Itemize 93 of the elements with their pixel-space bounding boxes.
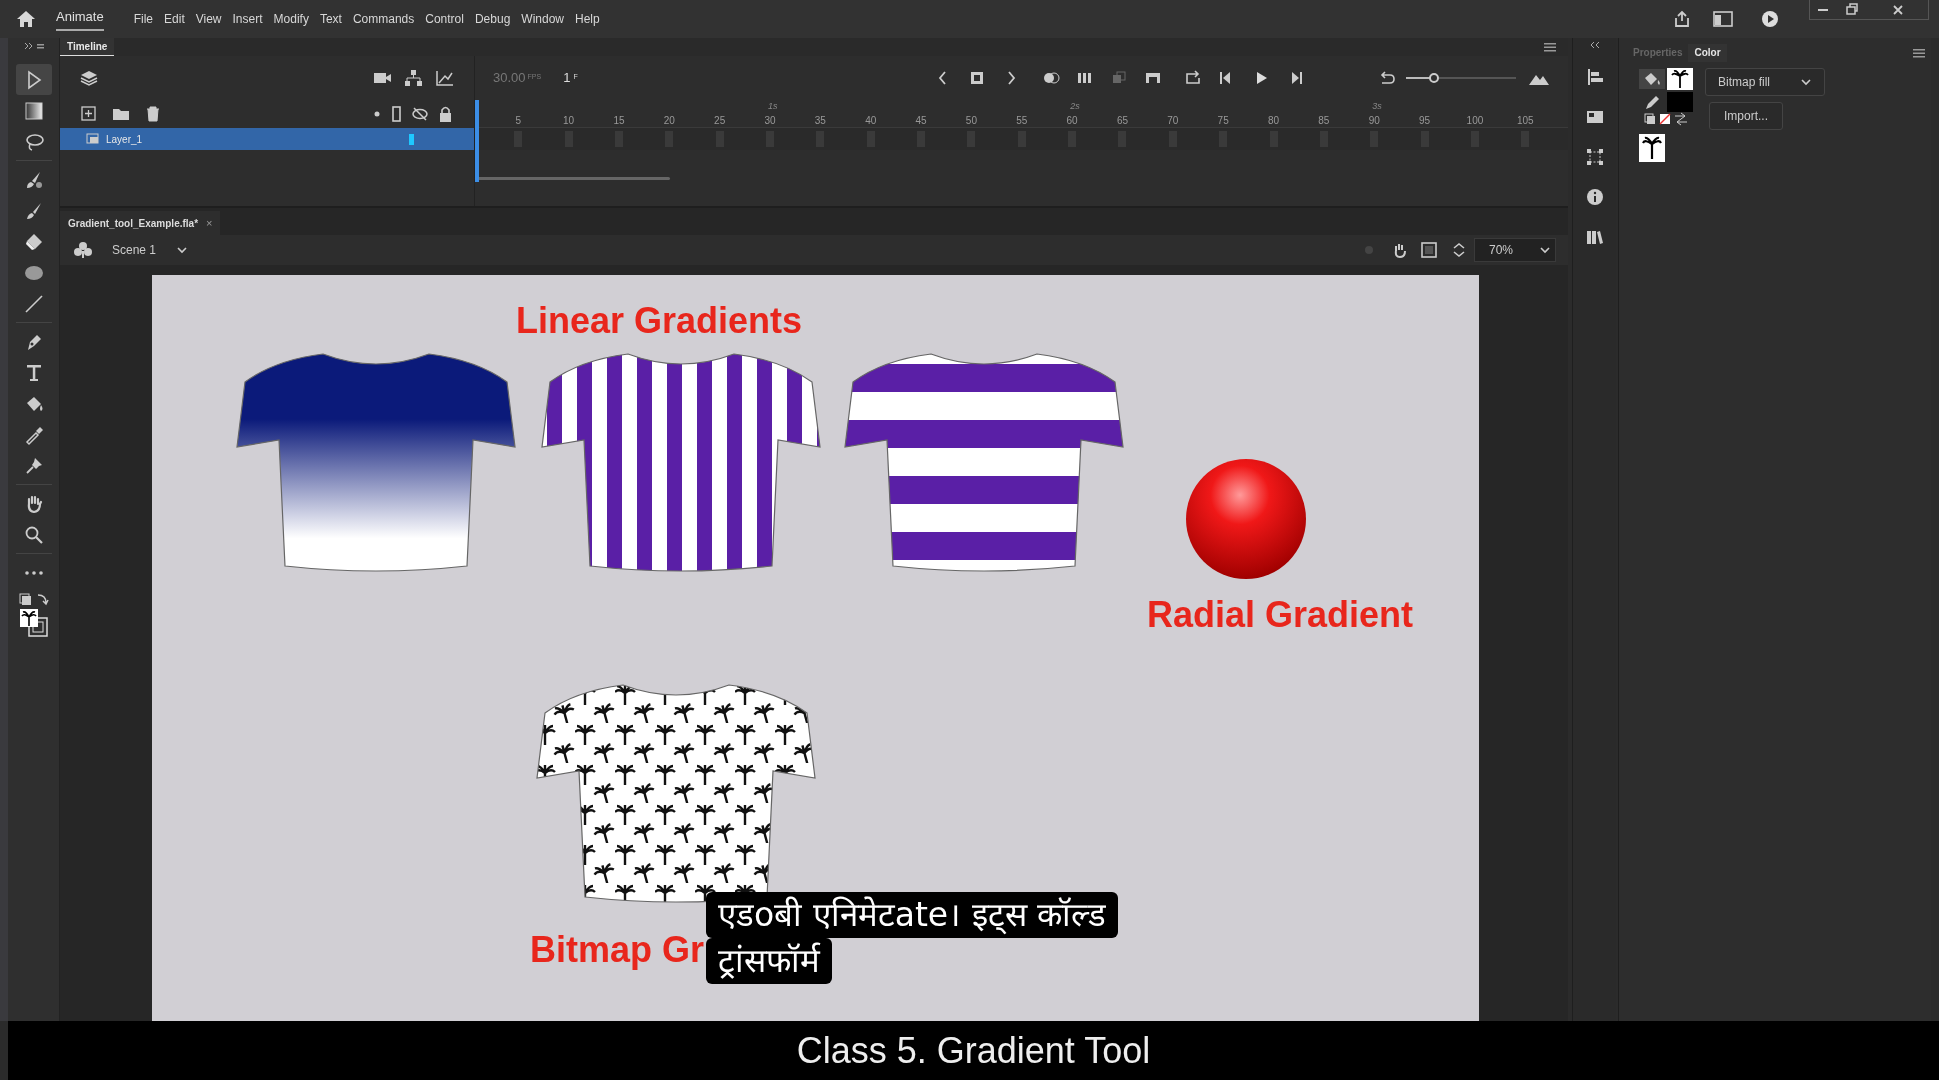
panel-menu-icon[interactable] <box>1913 48 1925 58</box>
frame-number: 60 <box>1066 114 1078 128</box>
document-tab[interactable]: Gradient_tool_Example.fla* × <box>60 211 221 235</box>
chevron-down-icon <box>176 245 189 255</box>
app-name: Animate <box>56 7 104 31</box>
outline-icon[interactable] <box>390 105 403 123</box>
document-name: Gradient_tool_Example.fla* <box>68 216 199 231</box>
frame-number: 90 <box>1368 114 1380 128</box>
hide-eye-icon[interactable] <box>411 105 429 123</box>
play-icon[interactable] <box>1761 10 1779 28</box>
swatches-icon[interactable] <box>1585 108 1604 126</box>
undo-icon[interactable] <box>1378 69 1396 87</box>
stroke-swatch[interactable] <box>1667 92 1693 112</box>
frame-number: 70 <box>1167 114 1179 128</box>
lock-icon[interactable] <box>437 105 454 123</box>
menu-item[interactable]: Window <box>521 10 564 28</box>
frame-number: 80 <box>1267 114 1280 128</box>
menu-item[interactable]: Edit <box>164 10 185 28</box>
frame-number: 65 <box>1116 114 1129 128</box>
menu-item[interactable]: Control <box>425 10 464 28</box>
frame-number: 35 <box>814 114 826 128</box>
zoom-value: 70% <box>1489 242 1515 259</box>
menu-item[interactable]: Commands <box>352 10 415 28</box>
frame-readout: 1 $^{F}$ <box>563 69 578 88</box>
zoom-dropdown[interactable]: 70% <box>1474 238 1556 262</box>
align-icon[interactable] <box>1585 68 1604 86</box>
frame-number: 100 <box>1466 114 1484 128</box>
menu-item[interactable]: Text <box>319 10 342 28</box>
layer-row[interactable]: Layer_1 <box>60 128 474 150</box>
graph-icon[interactable] <box>435 69 454 87</box>
seconds-marker: 2s <box>1070 100 1080 113</box>
import-button[interactable]: Import... <box>1709 102 1783 130</box>
close-tab-button[interactable]: × <box>206 214 213 232</box>
scene-icon[interactable] <box>74 241 92 259</box>
bitmap-thumbnail-icon[interactable] <box>1639 134 1665 162</box>
bitmap-fill-swatch-icon[interactable] <box>1667 68 1693 90</box>
menu-item[interactable]: View <box>195 10 222 28</box>
frame-number: 75 <box>1217 114 1229 128</box>
frame-number: 15 <box>613 114 625 128</box>
more-icon <box>24 570 43 575</box>
menu-item[interactable]: File <box>133 10 154 28</box>
panel-menu-icon[interactable] <box>1544 42 1556 52</box>
stage-heading: Radial Gradient <box>1147 593 1414 637</box>
restore-icon <box>1844 2 1860 18</box>
fps-readout: 30.00$^{FPS}$ <box>493 69 542 88</box>
fill-type-dropdown[interactable]: Bitmap fill <box>1705 68 1825 96</box>
fill-bucket-icon[interactable] <box>1639 69 1665 89</box>
timeline-tab[interactable]: Timeline <box>60 38 115 56</box>
tool-button[interactable] <box>15 64 52 95</box>
frame-number: 25 <box>714 114 726 128</box>
trash-icon[interactable] <box>144 105 162 123</box>
frame-number: 45 <box>915 114 927 128</box>
menu-item[interactable]: Insert <box>232 10 263 28</box>
library-icon[interactable] <box>1585 228 1604 246</box>
layer-icon <box>86 133 100 145</box>
transform-icon[interactable] <box>1585 148 1604 166</box>
frame-number: 95 <box>1419 114 1431 128</box>
frame-number: 30 <box>764 114 776 128</box>
hierarchy-icon[interactable] <box>404 69 423 87</box>
frame-number: 10 <box>563 114 575 128</box>
swap-colors-icon[interactable] <box>17 590 50 608</box>
share-icon[interactable] <box>1673 10 1691 28</box>
stage-heading: Linear Gradients <box>516 299 803 343</box>
frame-number: 55 <box>1016 114 1028 128</box>
menu-item[interactable]: Modify <box>273 10 309 28</box>
stage-heading: Bitmap Gr <box>530 928 705 972</box>
fill-stroke-swatch-icon[interactable] <box>18 608 49 638</box>
scene-dropdown[interactable]: Scene 1 <box>112 241 189 259</box>
minimize-icon <box>1818 9 1828 11</box>
video-caption: Class 5. Gradient Tool <box>796 1028 1151 1073</box>
layer-name: Layer_1 <box>106 132 143 147</box>
loop-icon[interactable] <box>1183 69 1202 87</box>
chevron-down-icon <box>1539 245 1551 255</box>
onion-skin-icon[interactable] <box>1041 69 1060 87</box>
seconds-marker: 1s <box>768 100 778 113</box>
frame-number: 20 <box>663 114 675 128</box>
layer-color-marker <box>409 133 414 145</box>
menu-item[interactable]: Help <box>575 10 600 28</box>
panel-tab[interactable]: Color <box>1688 44 1727 62</box>
home-icon[interactable] <box>16 10 36 28</box>
menu-item[interactable]: Debug <box>474 10 511 28</box>
frame-number: 5 <box>515 114 522 128</box>
seconds-marker: 3s <box>1372 100 1382 113</box>
frame-number: 85 <box>1318 114 1330 128</box>
layout-icon[interactable] <box>1713 11 1733 27</box>
frame-number: 105 <box>1516 114 1534 128</box>
layers-icon[interactable] <box>80 69 98 87</box>
info-icon[interactable] <box>1585 188 1604 206</box>
chevron-down-icon <box>1800 77 1812 87</box>
frame-number: 40 <box>865 114 877 128</box>
frame-number: 50 <box>965 114 977 128</box>
add-layer-icon[interactable] <box>80 105 98 123</box>
clip-frame-icon[interactable] <box>1420 241 1438 259</box>
